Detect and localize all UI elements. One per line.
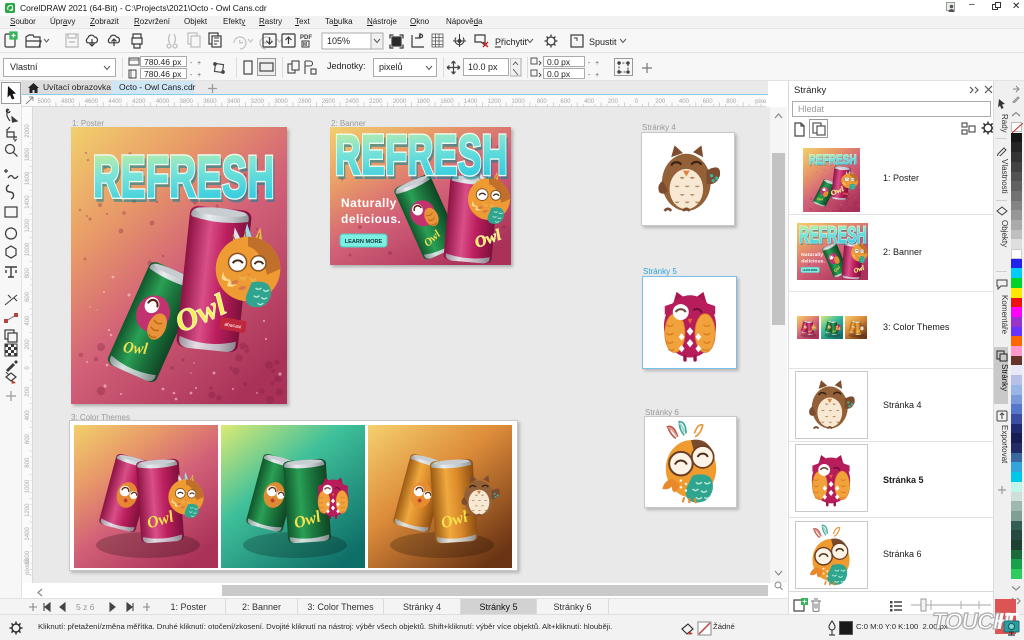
svg-text:+: + — [595, 72, 599, 79]
svg-text:+: + — [197, 72, 201, 79]
svg-text:1400: 1400 — [25, 195, 31, 209]
svg-text:5000: 5000 — [37, 99, 51, 105]
svg-text:4200: 4200 — [132, 99, 146, 105]
svg-text:1600: 1600 — [440, 99, 454, 105]
svg-text:2000: 2000 — [25, 124, 31, 138]
svg-text:1400: 1400 — [464, 99, 478, 105]
svg-text:pixelů: pixelů — [24, 559, 31, 575]
svg-text:1200: 1200 — [488, 99, 502, 105]
svg-text:200: 200 — [655, 99, 666, 105]
svg-text:+: + — [595, 60, 599, 68]
svg-text:800: 800 — [537, 99, 548, 105]
svg-text:Spustit: Spustit — [589, 37, 617, 47]
svg-text:-: - — [587, 72, 591, 79]
svg-text:2200: 2200 — [369, 99, 383, 105]
svg-text:2000: 2000 — [393, 99, 407, 105]
svg-text:1600: 1600 — [25, 171, 31, 185]
svg-text:Přichytit: Přichytit — [495, 37, 528, 47]
svg-text:400: 400 — [679, 99, 690, 105]
svg-text:-: - — [587, 60, 591, 68]
svg-text:4400: 4400 — [108, 99, 122, 105]
svg-text:PDF: PDF — [300, 35, 312, 41]
svg-text:3200: 3200 — [251, 99, 265, 105]
svg-text:3000: 3000 — [274, 99, 288, 105]
svg-text:1800: 1800 — [417, 99, 431, 105]
svg-text:600: 600 — [703, 99, 714, 105]
svg-text:200: 200 — [25, 339, 31, 350]
svg-text:200: 200 — [608, 99, 619, 105]
svg-text:800: 800 — [726, 99, 737, 105]
svg-text:1000: 1000 — [25, 479, 31, 493]
svg-text:5 z 6: 5 z 6 — [76, 602, 95, 612]
svg-text:2400: 2400 — [345, 99, 359, 105]
svg-text:2600: 2600 — [322, 99, 336, 105]
svg-text:400: 400 — [25, 315, 31, 326]
svg-text:3600: 3600 — [203, 99, 217, 105]
svg-text:600: 600 — [560, 99, 571, 105]
svg-text:4000: 4000 — [156, 99, 170, 105]
svg-text:0: 0 — [635, 99, 639, 105]
svg-text:1400: 1400 — [25, 527, 31, 541]
svg-text:M: M — [303, 42, 307, 48]
svg-text:3800: 3800 — [180, 99, 194, 105]
svg-text:4800: 4800 — [61, 99, 75, 105]
svg-text:600: 600 — [25, 433, 31, 444]
svg-text:1000: 1000 — [511, 99, 525, 105]
svg-text:400: 400 — [25, 410, 31, 421]
svg-text:1000: 1000 — [25, 242, 31, 256]
svg-text:200: 200 — [25, 386, 31, 397]
svg-text:2800: 2800 — [298, 99, 312, 105]
svg-text:800: 800 — [25, 268, 31, 279]
svg-text:1800: 1800 — [25, 147, 31, 161]
svg-text:3400: 3400 — [227, 99, 241, 105]
svg-text:0: 0 — [25, 366, 31, 370]
svg-text:800: 800 — [25, 457, 31, 468]
svg-text:400: 400 — [584, 99, 595, 105]
svg-text:+: + — [197, 60, 201, 68]
svg-text:-: - — [189, 60, 193, 68]
svg-text:4600: 4600 — [85, 99, 99, 105]
svg-text:1200: 1200 — [25, 503, 31, 517]
svg-text:pixelů: pixelů — [755, 98, 766, 105]
svg-text:1200: 1200 — [25, 218, 31, 232]
svg-text:-: - — [189, 72, 193, 79]
svg-text:600: 600 — [25, 291, 31, 302]
svg-text:105%: 105% — [327, 36, 350, 46]
